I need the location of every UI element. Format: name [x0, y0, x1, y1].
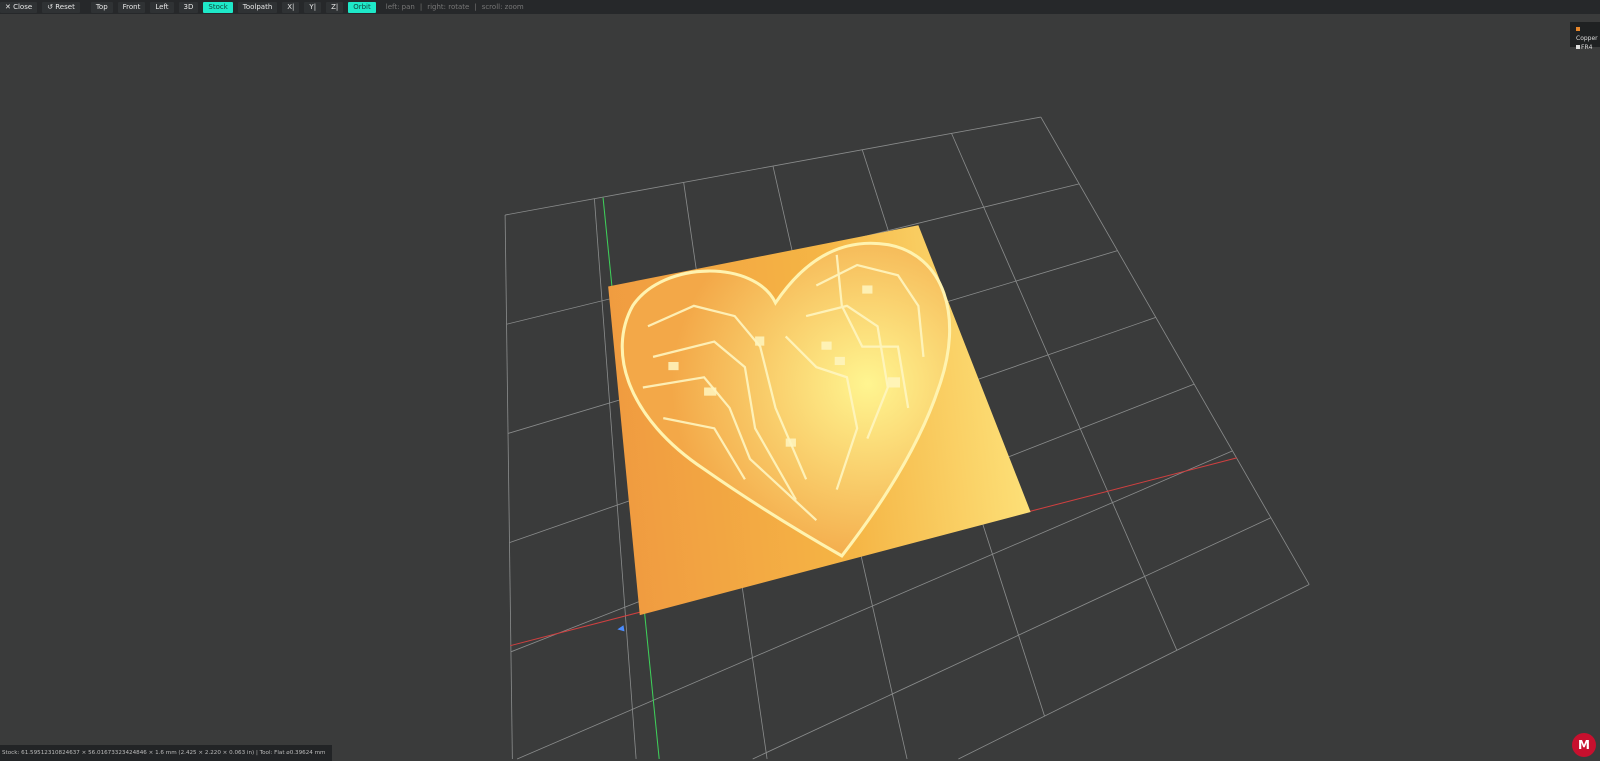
reset-button[interactable]: ↺ Reset — [42, 1, 80, 13]
view-left-button[interactable]: Left — [150, 1, 174, 13]
hint-rotate: right: rotate — [427, 3, 470, 11]
legend-item-copper: Copper — [1576, 25, 1600, 43]
axis-z-button[interactable]: Z| — [326, 1, 344, 13]
scene[interactable] — [0, 14, 1600, 761]
view-3d-button[interactable]: 3D — [178, 1, 199, 13]
grid-line — [1040, 116, 1310, 585]
toolbar: ✕ Close ↺ Reset Top Front Left 3D Stock … — [0, 0, 1600, 14]
grid-line — [505, 116, 1041, 216]
toolpath-toggle[interactable]: Toolpath — [237, 1, 278, 13]
axis-x-button[interactable]: X| — [282, 1, 300, 13]
copper-swatch-icon — [1576, 27, 1580, 31]
view-top-button[interactable]: Top — [90, 1, 113, 13]
fr4-swatch-icon — [1576, 45, 1580, 49]
legend-item-fr4: FR4 — [1576, 43, 1600, 52]
3d-viewport[interactable] — [0, 14, 1600, 761]
grid-line — [951, 133, 1178, 651]
origin-gizmo — [617, 625, 625, 632]
status-bar: Stock: 61.59512310824637 × 56.0167332342… — [0, 745, 332, 761]
material-legend: Copper FR4 — [1570, 22, 1600, 51]
grid-line — [504, 215, 513, 759]
hint-zoom: scroll: zoom — [481, 3, 524, 11]
orbit-toggle[interactable]: Orbit — [348, 1, 376, 13]
security-shield-icon[interactable]: M — [1572, 733, 1596, 757]
stock-toggle[interactable]: Stock — [203, 1, 233, 13]
view-front-button[interactable]: Front — [117, 1, 146, 13]
axis-y-button[interactable]: Y| — [304, 1, 322, 13]
hint-pan: left: pan — [385, 3, 415, 11]
close-button[interactable]: ✕ Close — [0, 1, 38, 13]
